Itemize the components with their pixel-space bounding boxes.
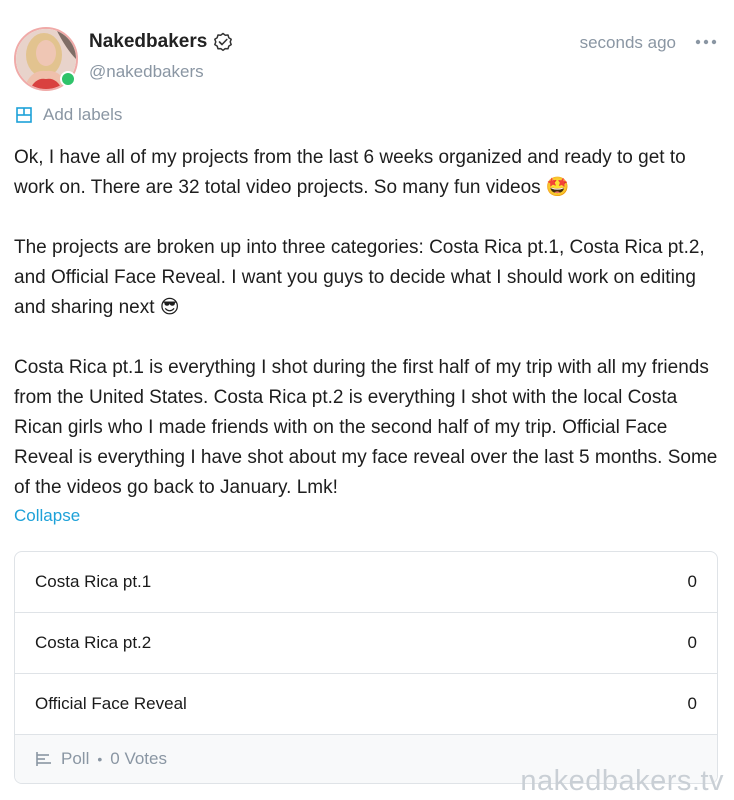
poll-option-label: Costa Rica pt.1 — [35, 572, 152, 591]
poll-footer-separator: • — [97, 751, 103, 767]
post-card: Nakedbakers @nakedbakers seconds ago Add… — [0, 0, 734, 800]
poll-option-label: Official Face Reveal — [35, 694, 187, 713]
post-paragraph: Costa Rica pt.1 is everything I shot dur… — [14, 357, 718, 498]
poll-option-votes: 0 — [687, 633, 697, 652]
poll-option-votes: 0 — [687, 694, 697, 713]
author-name-row: Nakedbakers — [89, 31, 233, 53]
poll-option-votes: 0 — [687, 572, 697, 591]
post-body: Ok, I have all of my projects from the l… — [14, 143, 719, 503]
poll-option[interactable]: Costa Rica pt.1 0 — [15, 552, 717, 613]
author-handle[interactable]: @nakedbakers — [89, 62, 204, 82]
avatar[interactable] — [14, 27, 78, 91]
poll-option[interactable]: Costa Rica pt.2 0 — [15, 613, 717, 674]
poll-total-votes: 0 Votes — [110, 749, 167, 768]
poll-option[interactable]: Official Face Reveal 0 — [15, 674, 717, 735]
verified-badge-icon — [214, 32, 233, 52]
post-paragraph: The projects are broken up into three ca… — [14, 237, 705, 318]
poll-footer-label: Poll — [61, 749, 90, 768]
add-labels-button[interactable]: Add labels — [15, 105, 122, 125]
add-labels-label: Add labels — [43, 105, 123, 124]
poll-option-label: Costa Rica pt.2 — [35, 633, 152, 652]
author-display-name[interactable]: Nakedbakers — [89, 31, 207, 53]
more-horizontal-icon[interactable] — [694, 34, 718, 50]
poll-icon — [36, 752, 51, 766]
collapse-link[interactable]: Collapse — [14, 506, 80, 526]
label-icon — [16, 107, 32, 123]
online-status-dot — [60, 71, 76, 87]
post-paragraph: Ok, I have all of my projects from the l… — [14, 147, 686, 198]
poll: Costa Rica pt.1 0 Costa Rica pt.2 0 Offi… — [14, 551, 718, 784]
post-timestamp[interactable]: seconds ago — [580, 33, 676, 53]
watermark: nakedbakers.tv — [520, 765, 724, 797]
